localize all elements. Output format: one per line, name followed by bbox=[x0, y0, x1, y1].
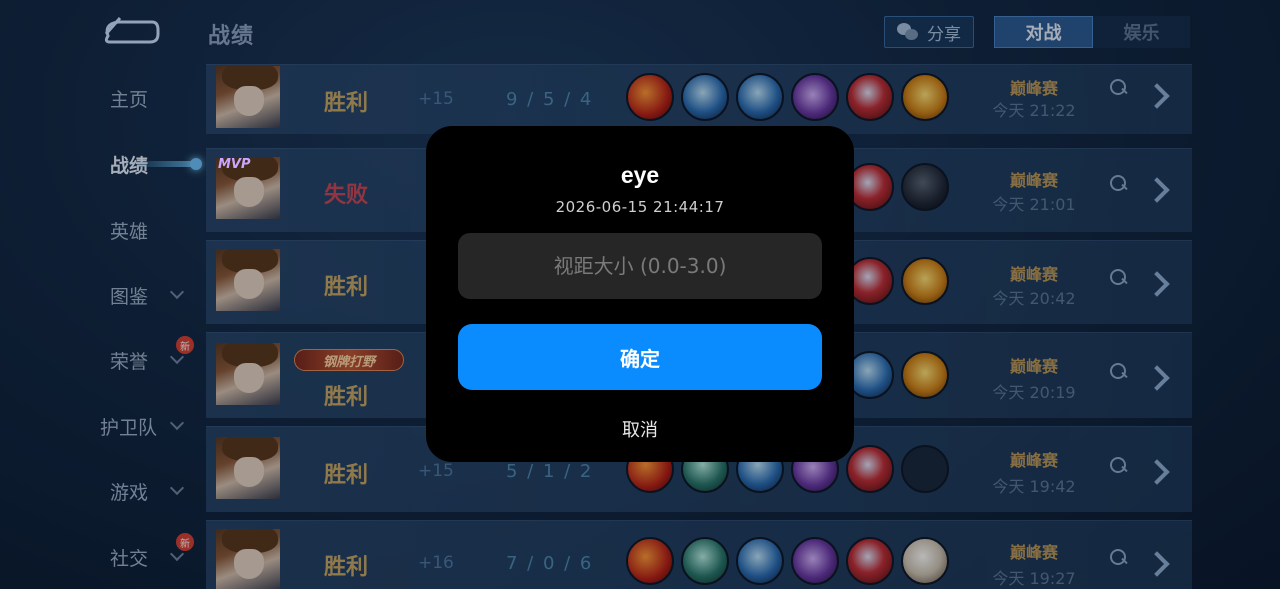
confirm-button[interactable]: 确定 bbox=[458, 324, 822, 390]
dialog-title: eye bbox=[620, 162, 660, 188]
view-distance-dialog: eye 2026-06-15 21:44:17 确定 取消 bbox=[426, 126, 854, 462]
cancel-button[interactable]: 取消 bbox=[590, 414, 690, 444]
view-distance-input[interactable] bbox=[458, 233, 822, 299]
dialog-timestamp: 2026-06-15 21:44:17 bbox=[555, 198, 725, 216]
mvp-badge: MVP bbox=[218, 157, 251, 172]
